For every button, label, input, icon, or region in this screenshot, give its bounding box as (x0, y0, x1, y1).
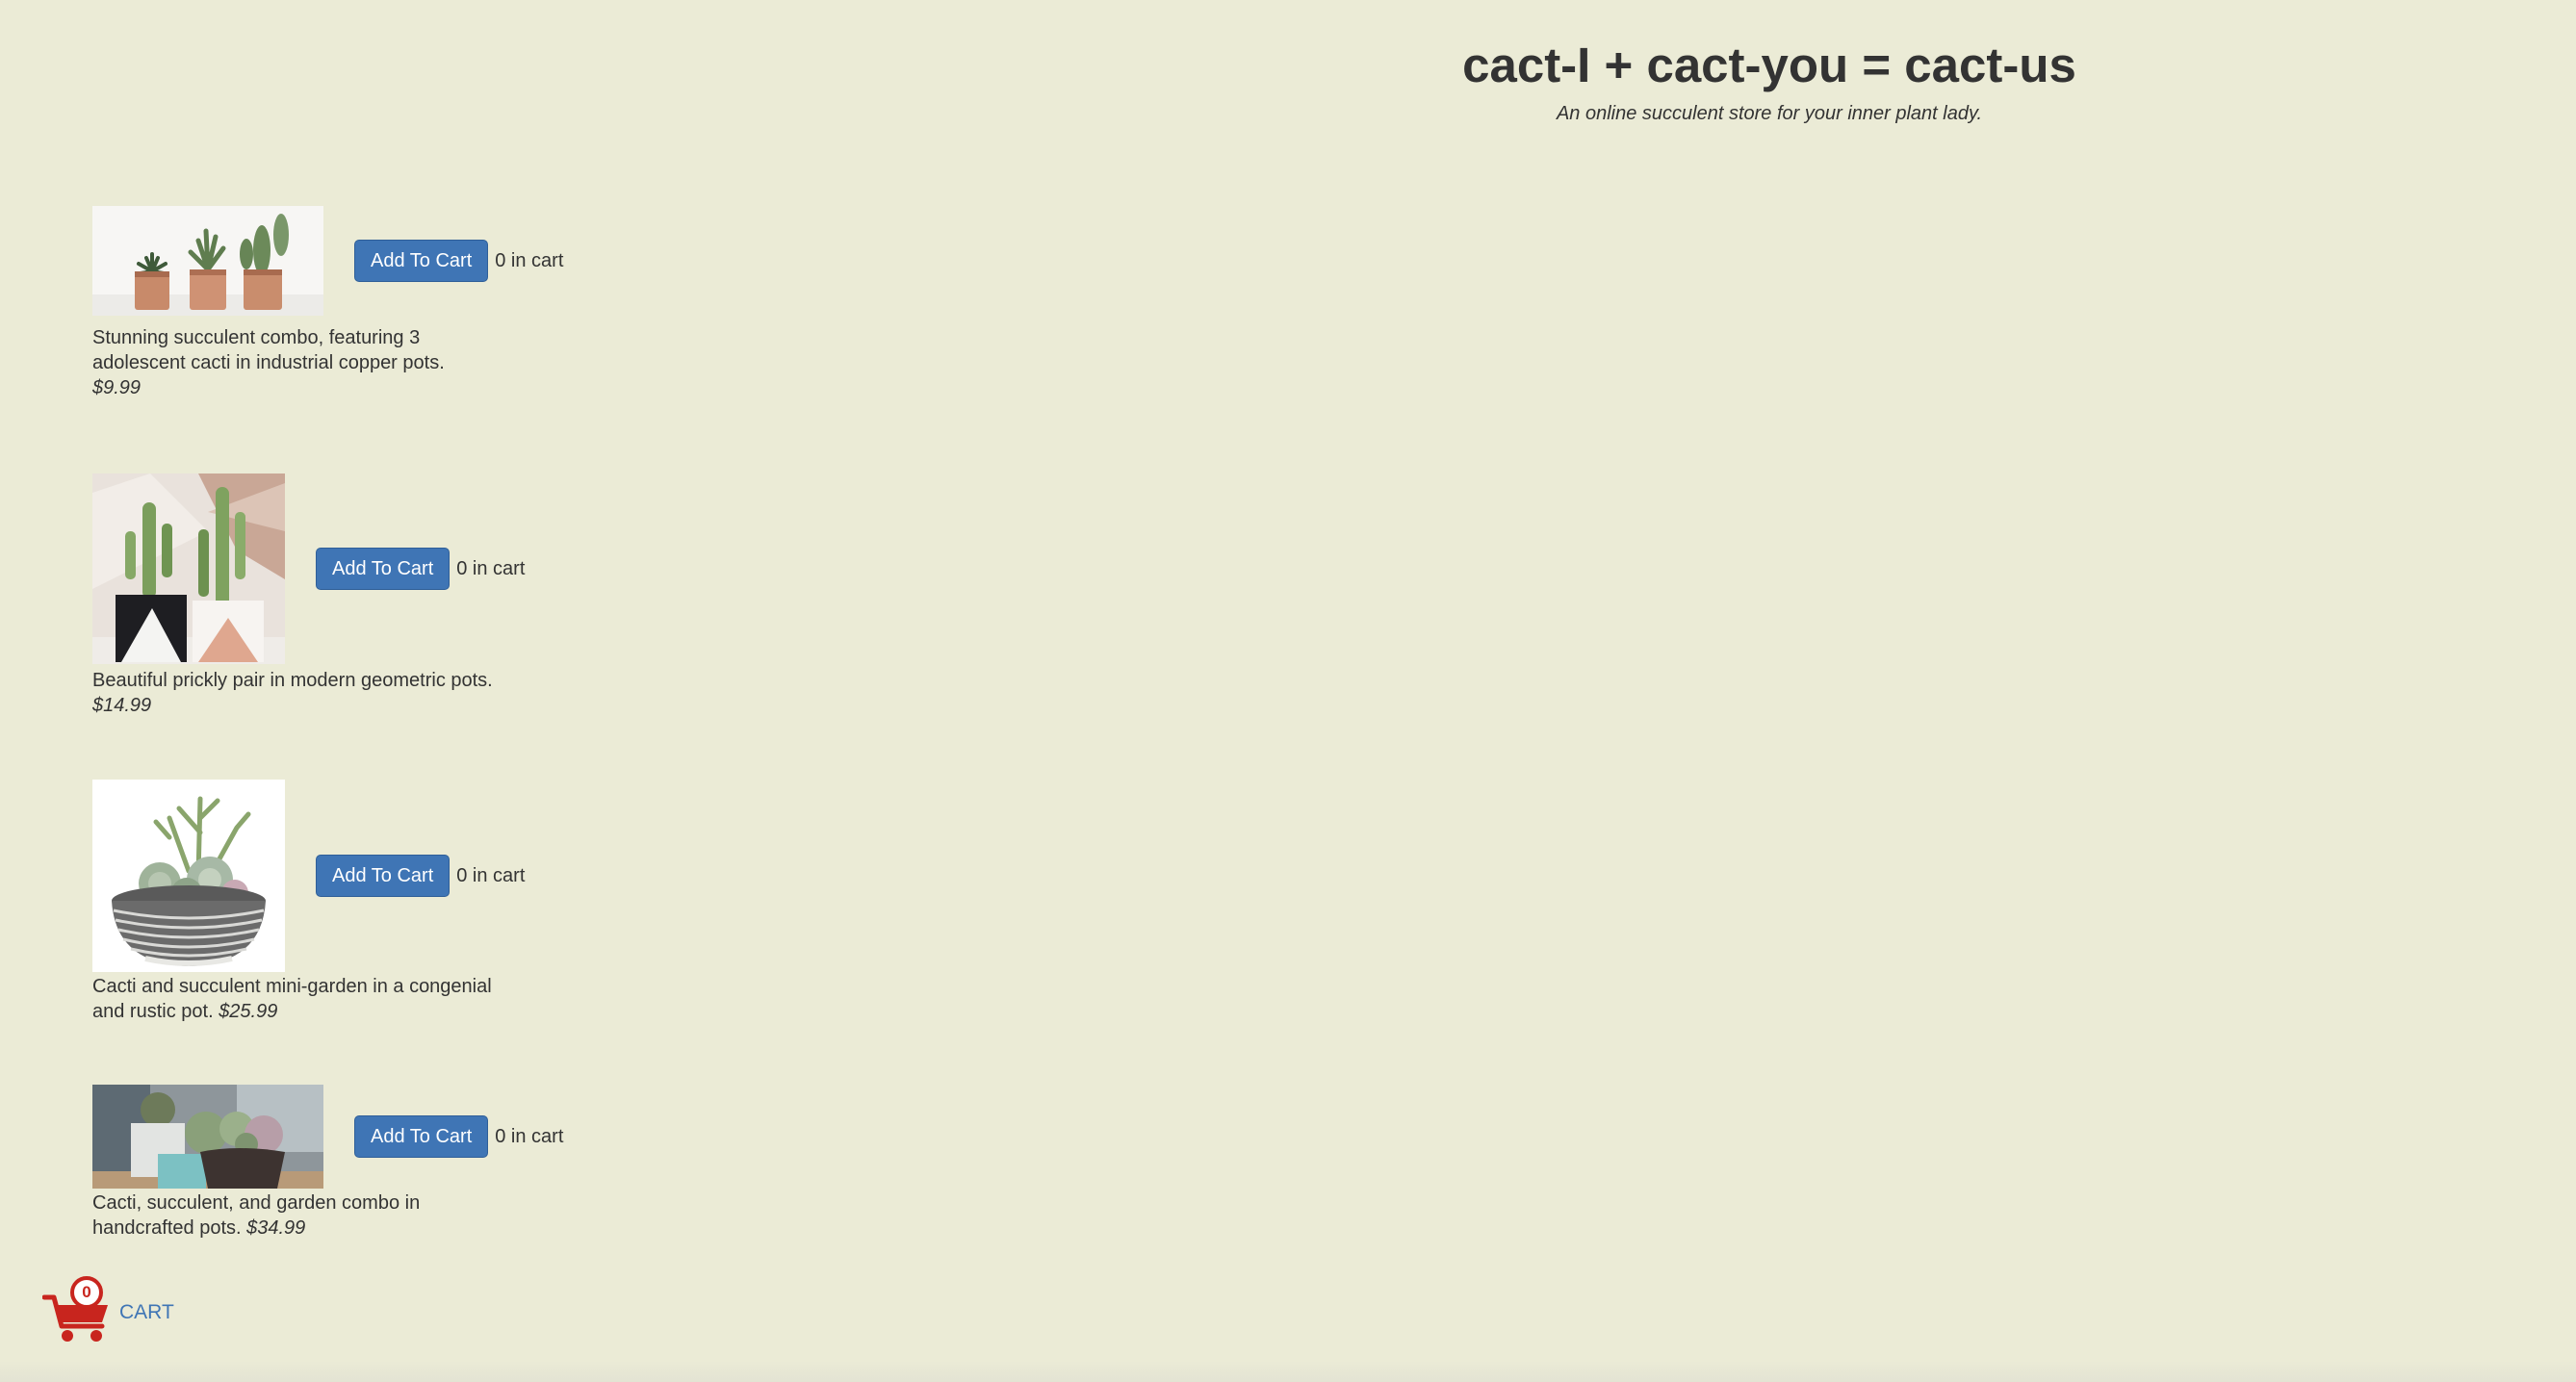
add-to-cart-button[interactable]: Add To Cart (354, 240, 489, 282)
product-item: Add To Cart 0 in cart Stunning succulent… (92, 206, 563, 400)
add-to-cart-button[interactable]: Add To Cart (316, 548, 451, 590)
page-bottom-edge (0, 1361, 2576, 1382)
product-price: $14.99 (92, 695, 152, 716)
product-item: Add To Cart 0 in cart Cacti and succulen… (92, 780, 525, 1024)
product-item: Add To Cart 0 in cart Beautiful prickly … (92, 473, 525, 718)
product-image-handcrafted-pots[interactable] (92, 1085, 323, 1189)
product-image-copper-pots[interactable] (92, 206, 323, 316)
cart-label[interactable]: CART (119, 1301, 174, 1324)
add-to-cart-button[interactable]: Add To Cart (354, 1115, 489, 1158)
in-cart-count: 0 in cart (495, 1125, 564, 1147)
product-description: Cacti and succulent mini-garden in a con… (92, 974, 497, 1024)
cart-link[interactable]: 0 CART (41, 1276, 174, 1345)
product-description-text: Cacti and succulent mini-garden in a con… (92, 976, 492, 1022)
product-price: $34.99 (246, 1217, 306, 1239)
product-image-geometric-pots[interactable] (92, 473, 285, 664)
product-price: $25.99 (219, 1001, 278, 1022)
product-description: Beautiful prickly pair in modern geometr… (92, 668, 516, 718)
product-image-mini-garden[interactable] (92, 780, 285, 972)
shopping-cart-icon[interactable]: 0 (41, 1276, 116, 1345)
product-description-text: Beautiful prickly pair in modern geometr… (92, 670, 493, 691)
in-cart-count: 0 in cart (495, 249, 564, 271)
cart-count-badge: 0 (70, 1276, 103, 1309)
page-subtitle: An online succulent store for your inner… (1556, 103, 1983, 124)
in-cart-count: 0 in cart (456, 557, 526, 579)
add-to-cart-button[interactable]: Add To Cart (316, 855, 451, 897)
product-price: $9.99 (92, 377, 142, 398)
product-description-text: Stunning succulent combo, featuring 3 ad… (92, 327, 445, 373)
page-title: cact-I + cact-you = cact-us (1462, 38, 2076, 92)
product-description: Stunning succulent combo, featuring 3 ad… (92, 325, 458, 400)
in-cart-count: 0 in cart (456, 864, 526, 886)
page-header: cact-I + cact-you = cact-us An online su… (0, 37, 2576, 125)
product-item: Add To Cart 0 in cart Cacti, succulent, … (92, 1085, 563, 1241)
product-description: Cacti, succulent, and garden combo in ha… (92, 1190, 458, 1241)
